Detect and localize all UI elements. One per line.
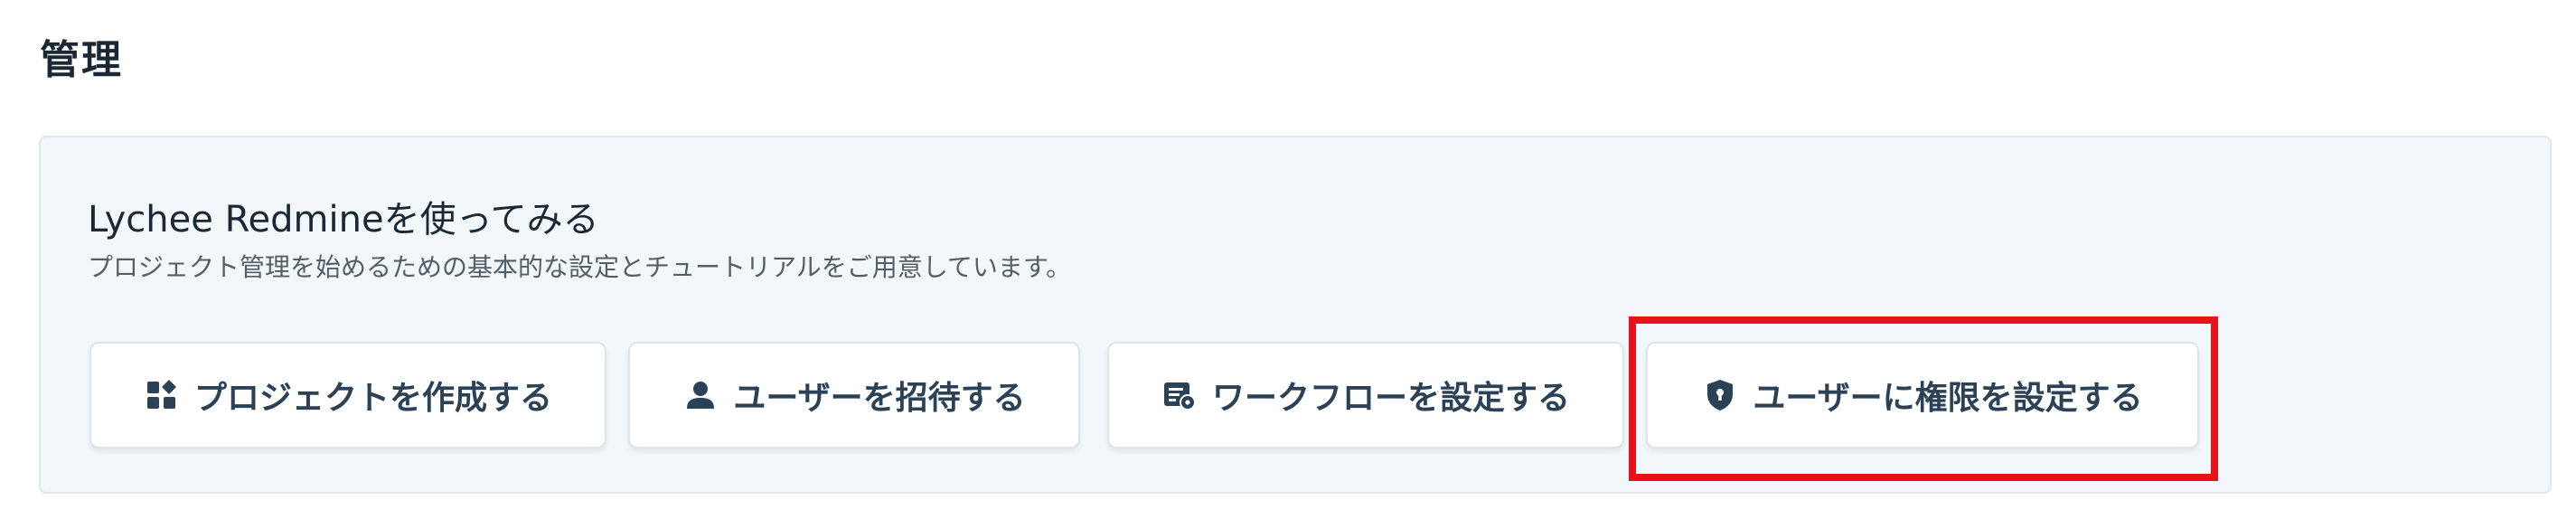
project-grid-icon: [144, 377, 180, 413]
page-title: 管理: [40, 37, 123, 83]
user-icon: [682, 377, 719, 413]
invite-user-label: ユーザーを招待する: [733, 380, 1026, 417]
create-project-button[interactable]: プロジェクトを作成する: [89, 342, 606, 448]
invite-user-button[interactable]: ユーザーを招待する: [628, 342, 1080, 448]
highlight-box: [1629, 316, 2218, 481]
configure-workflow-label: ワークフローを設定する: [1211, 380, 1570, 417]
configure-workflow-button[interactable]: ワークフローを設定する: [1107, 342, 1624, 448]
panel-title: Lychee Redmineを使ってみる: [88, 199, 599, 241]
create-project-label: プロジェクトを作成する: [193, 380, 552, 417]
workflow-settings-icon: [1161, 377, 1198, 413]
panel-description: プロジェクト管理を始めるための基本的な設定とチュートリアルをご用意しています。: [88, 252, 1072, 282]
